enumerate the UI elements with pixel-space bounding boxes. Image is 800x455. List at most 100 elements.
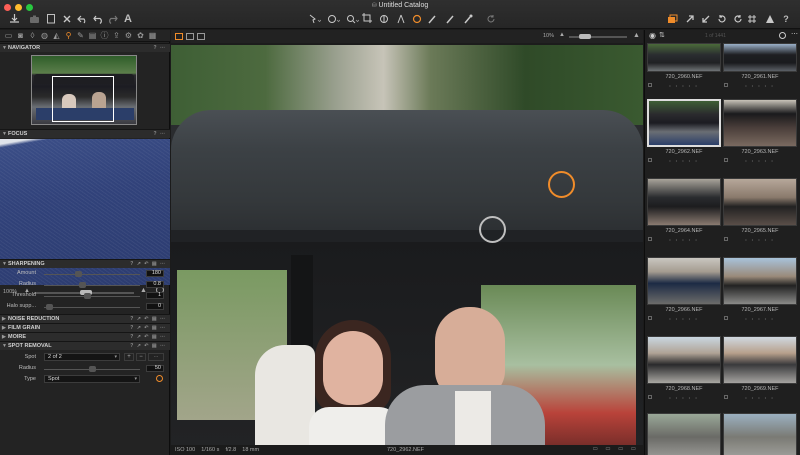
thumbnail-rating[interactable]: • • • • • xyxy=(723,83,797,88)
delete-icon[interactable] xyxy=(61,12,73,25)
thumbnail-rating[interactable]: • • • • • xyxy=(723,158,797,163)
local-adjustments-tab-icon[interactable]: ✎ xyxy=(76,31,85,40)
thumbnail-color-tag[interactable] xyxy=(724,316,728,320)
redo-icon[interactable] xyxy=(106,12,118,25)
thumbnail-rating[interactable]: • • • • • xyxy=(647,316,721,321)
radius-slider-thumb[interactable] xyxy=(89,366,96,372)
crop-tool-icon[interactable] xyxy=(361,12,375,25)
browser-thumbnail[interactable] xyxy=(723,178,797,226)
browser-thumbnail[interactable] xyxy=(723,257,797,305)
metadata-tab-icon[interactable]: ⓘ xyxy=(100,31,109,40)
apply-arrow-icon[interactable] xyxy=(684,12,696,25)
browser-thumbnail[interactable] xyxy=(647,178,721,226)
thumbnail-color-tag[interactable] xyxy=(648,237,652,241)
browser-thumbnail[interactable] xyxy=(723,99,797,147)
sharpening-value[interactable]: 1 xyxy=(146,292,164,299)
adjustments-tab-icon[interactable]: ▤ xyxy=(88,31,97,40)
film-grain-header[interactable]: ▶ FILM GRAIN ? ↗ ↶ ▤ ⋯ xyxy=(0,323,170,332)
radius-value[interactable]: 50 xyxy=(146,365,164,372)
sharpening-slider[interactable] xyxy=(44,293,140,299)
browser-thumbnail[interactable] xyxy=(723,43,797,72)
browser-thumbnail[interactable] xyxy=(647,413,721,455)
viewer-zoom-thumb[interactable] xyxy=(579,34,591,39)
batch-tab-icon[interactable]: ⚙ xyxy=(124,31,133,40)
cursor-tool-icon[interactable] xyxy=(307,12,321,25)
rotate-tool-icon[interactable] xyxy=(485,12,497,25)
viewer-zoom-out-icon[interactable]: ▲ xyxy=(559,32,565,38)
moire-header[interactable]: ▶ MOIRE ? ↗ ↶ ▤ ⋯ xyxy=(0,332,170,341)
import-icon[interactable] xyxy=(8,12,20,25)
undo-all-icon[interactable] xyxy=(76,12,88,25)
browser-thumbnail[interactable] xyxy=(647,336,721,384)
thumbnail-rating[interactable]: • • • • • xyxy=(723,395,797,400)
browser-thumbnail[interactable] xyxy=(723,336,797,384)
radius-slider[interactable] xyxy=(44,366,140,372)
thumbnail-color-tag[interactable] xyxy=(648,158,652,162)
section-options-icon[interactable]: ? ↗ ↶ ▤ ⋯ xyxy=(130,333,166,341)
spot-marker-active[interactable] xyxy=(548,171,575,198)
thumbnail-rating[interactable]: • • • • • xyxy=(647,395,721,400)
capture-tab-icon[interactable]: ◙ xyxy=(16,31,25,40)
viewer-zoom-slider[interactable] xyxy=(569,34,627,39)
spot-options-button[interactable]: ⋯ xyxy=(148,353,164,361)
thumbnail-rating[interactable]: • • • • • xyxy=(647,237,721,242)
sharpening-header[interactable]: ▼ SHARPENING ? ↗ ↶ ▤ ⋯ xyxy=(0,259,170,268)
sharpening-slider-thumb[interactable] xyxy=(74,271,82,277)
copy-adjustments-icon[interactable] xyxy=(666,12,678,25)
details-tab-icon[interactable]: ⚲ xyxy=(64,31,73,40)
more-tabs-icon[interactable]: ▦ xyxy=(148,31,157,40)
thumbnail-rating[interactable]: • • • • • xyxy=(723,237,797,242)
browser-menu-icon[interactable]: ⋯ xyxy=(791,30,798,38)
clipboard-icon[interactable] xyxy=(45,12,57,25)
thumbnail-rating[interactable]: • • • • • xyxy=(647,83,721,88)
viewer-zoom-in-icon[interactable]: ▲ xyxy=(633,32,640,39)
multi-view-icon[interactable] xyxy=(175,33,183,40)
thumbnail-rating[interactable]: • • • • • xyxy=(723,316,797,321)
thumbnail-color-tag[interactable] xyxy=(724,237,728,241)
spot-select[interactable]: 2 of 2 ▾ xyxy=(44,353,120,361)
output-tab-icon[interactable]: ⇪ xyxy=(112,31,121,40)
rotate-left-icon[interactable] xyxy=(716,12,728,25)
sharpening-slider[interactable] xyxy=(44,271,140,277)
sharpening-value[interactable]: 0 xyxy=(146,303,164,310)
thumbnail-color-tag[interactable] xyxy=(648,395,652,399)
thumbnail-rating[interactable]: • • • • • xyxy=(647,158,721,163)
add-spot-button[interactable]: + xyxy=(124,353,134,361)
footer-icons[interactable]: ▭ ▭ ▭ ▭ xyxy=(593,446,639,452)
browser-thumbnail[interactable] xyxy=(647,43,721,72)
hand-tool-icon[interactable] xyxy=(326,12,340,25)
sharpening-value[interactable]: 0.8 xyxy=(146,281,164,288)
camera-icon[interactable] xyxy=(28,12,40,25)
undo-icon[interactable] xyxy=(92,12,104,25)
main-photo[interactable] xyxy=(171,45,643,445)
color-tab-icon[interactable]: ◍ xyxy=(40,31,49,40)
browser-search-icon[interactable] xyxy=(779,32,786,39)
eraser-tool-icon[interactable] xyxy=(445,12,459,25)
section-options-icon[interactable]: ? ⋯ xyxy=(154,130,166,138)
section-options-icon[interactable]: ? ⋯ xyxy=(154,44,166,52)
sharpening-value[interactable]: 180 xyxy=(146,270,164,277)
thumbnail-color-tag[interactable] xyxy=(724,395,728,399)
exposure-tab-icon[interactable]: ◭ xyxy=(52,31,61,40)
sharpening-slider-thumb[interactable] xyxy=(45,304,53,310)
noise-reduction-header[interactable]: ▶ NOISE REDUCTION ? ↗ ↶ ▤ ⋯ xyxy=(0,314,170,323)
focus-header[interactable]: ▼ FOCUS ? ⋯ xyxy=(0,129,170,138)
thumbnail-color-tag[interactable] xyxy=(648,83,652,87)
thumbnail-color-tag[interactable] xyxy=(724,83,728,87)
sharpening-slider[interactable] xyxy=(44,282,140,288)
section-options-icon[interactable]: ? ↗ ↶ ▤ ⋯ xyxy=(130,342,166,350)
magnify-tool-icon[interactable] xyxy=(345,12,359,25)
lens-tab-icon[interactable]: ◊ xyxy=(28,31,37,40)
apply-adjustments-icon[interactable] xyxy=(700,12,712,25)
brush-tool-icon[interactable] xyxy=(427,12,441,25)
compare-view-icon[interactable] xyxy=(197,33,205,40)
exposure-warning-icon[interactable] xyxy=(764,12,776,25)
sort-icon[interactable]: ⇅ xyxy=(659,31,665,39)
thumbnail-color-tag[interactable] xyxy=(724,158,728,162)
straighten-tool-icon[interactable] xyxy=(395,12,409,25)
sharpening-slider[interactable] xyxy=(44,304,140,310)
type-select[interactable]: Spot ▾ xyxy=(44,375,140,383)
spot-removal-header[interactable]: ▼ SPOT REMOVAL ? ↗ ↶ ▤ ⋯ xyxy=(0,341,170,350)
browser-thumbnail[interactable] xyxy=(723,413,797,455)
sharpening-slider-thumb[interactable] xyxy=(84,293,92,299)
